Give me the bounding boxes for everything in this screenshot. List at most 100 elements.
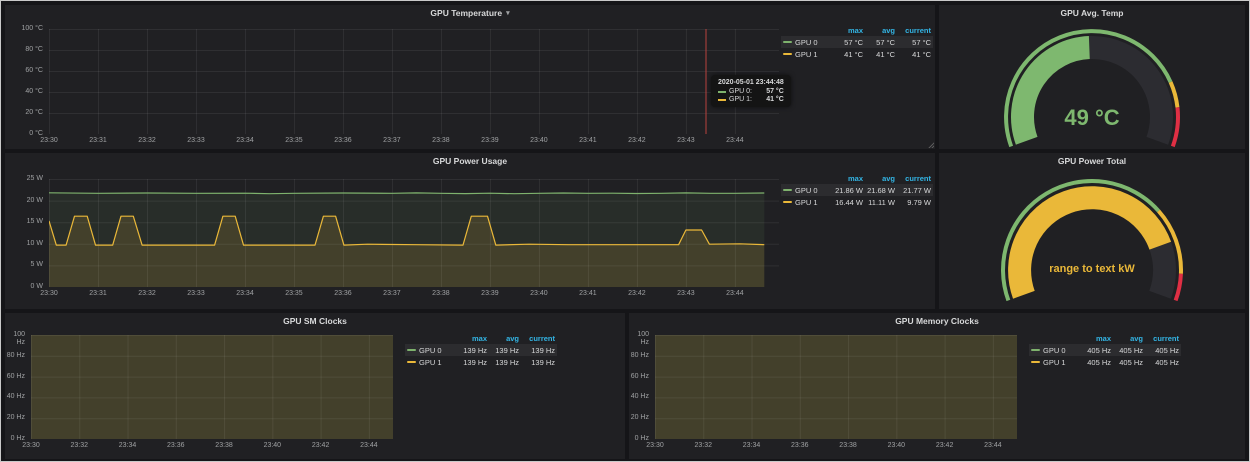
legend-value: 21.86 W <box>827 186 863 195</box>
x-axis-tick-label: 23:36 <box>785 442 815 450</box>
time-series-chart-gpu-memory-clocks[interactable]: 0 Hz20 Hz40 Hz60 Hz80 Hz100 Hz23:3023:32… <box>629 329 1245 459</box>
x-axis-tick-label: 23:32 <box>64 442 94 450</box>
legend-series-toggle[interactable]: GPU 1 <box>407 358 451 367</box>
x-axis-tick-label: 23:40 <box>524 137 554 145</box>
legend-value: 405 Hz <box>1075 358 1111 367</box>
panel-title: GPU Memory Clocks <box>895 316 979 326</box>
legend-value: 41 °C <box>895 50 931 59</box>
panel-menu-gpu-power-total[interactable]: GPU Power Total <box>939 153 1245 169</box>
legend-value: 405 Hz <box>1075 346 1111 355</box>
grafana-dashboard: GPU Temperature ▾ 0 °C20 °C40 °C60 °C80 … <box>0 0 1250 462</box>
y-axis-tick-label: 20 Hz <box>5 414 25 422</box>
panel-gpu-temperature: GPU Temperature ▾ 0 °C20 °C40 °C60 °C80 … <box>5 5 935 149</box>
legend-value: 405 Hz <box>1111 358 1143 367</box>
legend-value: 139 Hz <box>519 346 555 355</box>
legend-value: 139 Hz <box>519 358 555 367</box>
legend-value: 405 Hz <box>1111 346 1143 355</box>
legend-row: GPU 141 °C41 °C41 °C <box>781 48 933 60</box>
legend-row: GPU 1139 Hz139 Hz139 Hz <box>405 356 557 368</box>
legend-series-toggle[interactable]: GPU 1 <box>783 198 827 207</box>
legend-sort-max[interactable]: max <box>827 174 863 183</box>
plot-area[interactable] <box>31 335 393 439</box>
legend-series-toggle[interactable]: GPU 0 <box>783 186 827 195</box>
legend-sort-current[interactable]: current <box>895 174 931 183</box>
panel-menu-gpu-power-usage[interactable]: GPU Power Usage <box>5 153 935 169</box>
x-axis-tick-label: 23:39 <box>475 290 505 298</box>
tooltip-series-label: GPU 0: <box>729 88 752 95</box>
chart-legend: maxavgcurrentGPU 021.86 W21.68 W21.77 WG… <box>781 172 933 208</box>
legend-sort-current[interactable]: current <box>895 26 931 35</box>
x-axis-tick-label: 23:34 <box>230 137 260 145</box>
panel-menu-gpu-sm-clocks[interactable]: GPU SM Clocks <box>5 313 625 329</box>
panel-menu-gpu-temperature[interactable]: GPU Temperature ▾ <box>5 5 935 21</box>
time-series-chart-gpu-sm-clocks[interactable]: 0 Hz20 Hz40 Hz60 Hz80 Hz100 Hz23:3023:32… <box>5 329 625 459</box>
legend-sort-max[interactable]: max <box>451 334 487 343</box>
plot-area[interactable] <box>49 29 779 134</box>
legend-value: 139 Hz <box>487 346 519 355</box>
legend-series-toggle[interactable]: GPU 0 <box>1031 346 1075 355</box>
legend-header-row: maxavgcurrent <box>781 24 933 36</box>
tooltip-row: GPU 1: 41 °C <box>718 96 784 103</box>
panel-menu-gpu-avg-temp[interactable]: GPU Avg. Temp <box>939 5 1245 21</box>
y-axis-tick-label: 40 °C <box>5 88 43 96</box>
legend-value: 139 Hz <box>487 358 519 367</box>
x-axis-tick-label: 23:32 <box>688 442 718 450</box>
x-axis-tick-label: 23:30 <box>16 442 46 450</box>
time-series-chart-gpu-power-usage[interactable]: 0 W5 W10 W15 W20 W25 W23:3023:3123:3223:… <box>5 169 935 309</box>
plot-area[interactable] <box>655 335 1017 439</box>
legend-row: GPU 0139 Hz139 Hz139 Hz <box>405 344 557 356</box>
y-axis-tick-label: 60 Hz <box>629 373 649 381</box>
chevron-down-icon: ▾ <box>506 10 510 17</box>
legend-value: 57 °C <box>863 38 895 47</box>
series-fill-gpu-1 <box>655 335 1017 439</box>
x-axis-tick-label: 23:42 <box>930 442 960 450</box>
gauge-value: range to text kW <box>939 263 1245 275</box>
chart-legend: maxavgcurrentGPU 057 °C57 °C57 °CGPU 141… <box>781 24 933 60</box>
legend-series-toggle[interactable]: GPU 0 <box>407 346 451 355</box>
legend-series-toggle[interactable]: GPU 1 <box>1031 358 1075 367</box>
legend-header-row: maxavgcurrent <box>781 172 933 184</box>
legend-sort-avg[interactable]: avg <box>487 334 519 343</box>
legend-series-toggle[interactable]: GPU 0 <box>783 38 827 47</box>
legend-sort-current[interactable]: current <box>519 334 555 343</box>
time-series-chart-gpu-temperature[interactable]: 0 °C20 °C40 °C60 °C80 °C100 °C23:3023:31… <box>5 21 935 149</box>
legend-sort-avg[interactable]: avg <box>863 174 895 183</box>
legend-sort-current[interactable]: current <box>1143 334 1179 343</box>
legend-sort-max[interactable]: max <box>827 26 863 35</box>
tooltip-row: GPU 0: 57 °C <box>718 88 784 95</box>
plot-area[interactable] <box>49 179 779 287</box>
x-axis-tick-label: 23:36 <box>328 137 358 145</box>
legend-value: 9.79 W <box>895 198 931 207</box>
gauge-value: 49 °C <box>939 105 1245 131</box>
x-axis-tick-label: 23:43 <box>671 137 701 145</box>
legend-row: GPU 021.86 W21.68 W21.77 W <box>781 184 933 196</box>
x-axis-tick-label: 23:40 <box>881 442 911 450</box>
y-axis-tick-label: 80 °C <box>5 46 43 54</box>
legend-series-toggle[interactable]: GPU 1 <box>783 50 827 59</box>
x-axis-tick-label: 23:30 <box>34 137 64 145</box>
legend-row: GPU 0405 Hz405 Hz405 Hz <box>1029 344 1181 356</box>
legend-series-color-icon <box>783 189 792 191</box>
panel-title: GPU Temperature <box>430 8 502 18</box>
legend-series-color-icon <box>783 201 792 203</box>
y-axis-tick-label: 100 Hz <box>5 331 25 347</box>
legend-series-color-icon <box>783 41 792 43</box>
legend-value: 57 °C <box>827 38 863 47</box>
legend-header-row: maxavgcurrent <box>405 332 557 344</box>
x-axis-tick-label: 23:42 <box>306 442 336 450</box>
y-axis-tick-label: 20 Hz <box>629 414 649 422</box>
legend-sort-avg[interactable]: avg <box>863 26 895 35</box>
legend-sort-max[interactable]: max <box>1075 334 1111 343</box>
panel-gpu-memory-clocks: GPU Memory Clocks 0 Hz20 Hz40 Hz60 Hz80 … <box>629 313 1245 459</box>
legend-value: 21.68 W <box>863 186 895 195</box>
y-axis-tick-label: 15 W <box>5 218 43 226</box>
legend-series-color-icon <box>407 361 416 363</box>
y-axis-tick-label: 100 Hz <box>629 331 649 347</box>
legend-series-color-icon <box>407 349 416 351</box>
x-axis-tick-label: 23:40 <box>257 442 287 450</box>
x-axis-tick-label: 23:38 <box>426 137 456 145</box>
panel-menu-gpu-memory-clocks[interactable]: GPU Memory Clocks <box>629 313 1245 329</box>
legend-sort-avg[interactable]: avg <box>1111 334 1143 343</box>
series-color-icon <box>718 91 726 93</box>
legend-row: GPU 1405 Hz405 Hz405 Hz <box>1029 356 1181 368</box>
